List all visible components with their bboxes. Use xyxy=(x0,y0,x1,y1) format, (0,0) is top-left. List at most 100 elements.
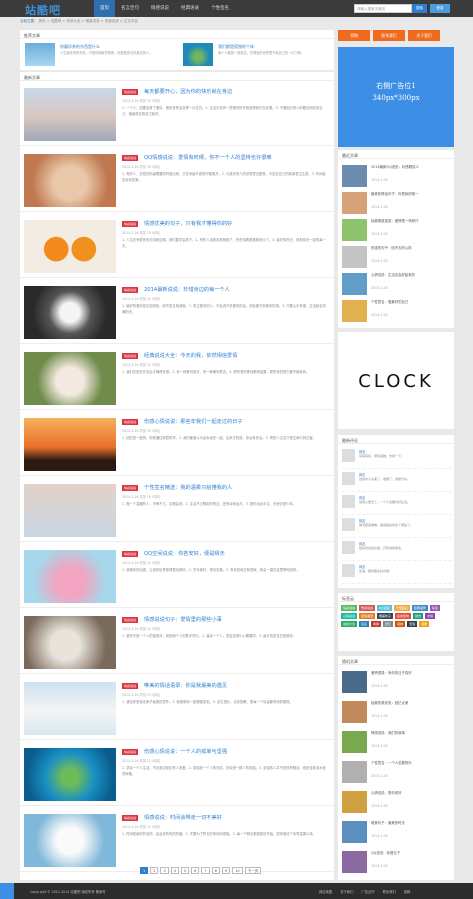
tag-link[interactable]: 温暖 xyxy=(419,621,430,627)
article-category-tag[interactable]: 情感说说 xyxy=(122,749,139,755)
tag-link[interactable]: 回忆 xyxy=(383,621,394,627)
article-category-tag[interactable]: 情感说说 xyxy=(122,551,139,557)
search-button[interactable]: 搜索 xyxy=(412,4,427,13)
random-article-item[interactable]: 经典伤感说说：回忆太美 2014-3-26 xyxy=(342,699,452,729)
recommended-item[interactable]: 我们都是孤独的个体 每个人都是一座孤岛，在喧嚣的世界里守着自己的一片宁静。 xyxy=(180,42,330,68)
article-thumbnail[interactable] xyxy=(24,418,116,471)
article-category-tag[interactable]: 情感说说 xyxy=(122,419,139,425)
random-thumbnail[interactable] xyxy=(342,701,367,723)
random-thumbnail[interactable] xyxy=(342,821,367,843)
article-thumbnail[interactable] xyxy=(24,154,116,207)
random-article-item[interactable]: 个性签名：一个人也要快乐 2014-3-26 xyxy=(342,759,452,789)
random-thumbnail[interactable] xyxy=(342,761,367,783)
page-link[interactable]: 7 xyxy=(201,867,210,874)
comment-item[interactable]: 网友 这些句子太美了，收藏了，谢谢分享。 xyxy=(342,470,452,492)
search-input[interactable]: 请输入搜索关键词 xyxy=(354,4,412,13)
page-link[interactable]: 4 xyxy=(170,867,179,874)
recent-title[interactable]: 心情说说：生活总会好起来的 xyxy=(371,273,451,278)
article-title[interactable]: 2014最新说说：珍惜身边的每一个人 xyxy=(144,286,332,293)
tag-link[interactable]: 心情说说 xyxy=(341,613,358,619)
recent-title[interactable]: 伤感的句子：回不去的从前 xyxy=(371,246,451,251)
tag-link[interactable]: 爱情语录 xyxy=(359,613,376,619)
tag-link[interactable]: 坚强 xyxy=(407,621,418,627)
page-link[interactable]: 6 xyxy=(191,867,200,874)
article-title[interactable]: 伤感心情说说：那些年我们一起走过的日子 xyxy=(144,418,332,425)
comment-item[interactable]: 网友 说到心里去了，一个人也要好好生活。 xyxy=(342,493,452,515)
footer-link[interactable]: 广告合作 xyxy=(361,889,374,894)
recent-article-item[interactable]: 经典情感语录：爱情是一场修行 2014-3-26 xyxy=(342,217,452,247)
recent-title[interactable]: 最美的情话句子，你是我的唯一 xyxy=(371,192,451,197)
article-title[interactable]: QQ空间说说：你若安好，便是晴天 xyxy=(144,550,332,557)
article-thumbnail[interactable] xyxy=(24,682,116,735)
recommended-thumbnail[interactable] xyxy=(183,43,213,66)
random-article-item[interactable]: 心情说说：愿你安好 2014-3-26 xyxy=(342,789,452,819)
article-title[interactable]: QQ情感说说：爱情有时候，你不一个人的坚持也许很难 xyxy=(144,154,332,161)
article-title[interactable]: 情感说说：时间会带走一切不美好 xyxy=(144,814,332,821)
site-logo[interactable]: 站酷吧 xyxy=(25,2,61,18)
random-title[interactable]: 唯美句子：最美的时光 xyxy=(371,821,451,826)
footer-link[interactable]: 联系我们 xyxy=(383,889,396,894)
sidebar-button[interactable]: 投稿 xyxy=(338,30,370,41)
article-thumbnail[interactable] xyxy=(24,484,116,537)
tag-link[interactable]: 情感说说 xyxy=(341,605,358,611)
footer-link[interactable]: 投稿 xyxy=(404,889,411,894)
recent-title[interactable]: 经典情感语录：爱情是一场修行 xyxy=(371,219,451,224)
comment-item[interactable]: 网友 每天都来看看，越来越喜欢这个网站了。 xyxy=(342,516,452,538)
article-title[interactable]: 每天都要开心，因为你的快乐就在身边 xyxy=(144,88,332,95)
article-category-tag[interactable]: 情感说说 xyxy=(122,353,139,359)
random-article-item[interactable]: QQ说说：珍惜当下 2014-3-26 xyxy=(342,849,452,879)
article-category-tag[interactable]: 情感说说 xyxy=(122,155,139,161)
recent-thumbnail[interactable] xyxy=(342,273,367,295)
tag-link[interactable]: 名言佳句 xyxy=(395,613,412,619)
article-category-tag[interactable]: 情感说说 xyxy=(122,617,139,623)
tag-link[interactable]: 个性签名 xyxy=(393,605,410,611)
recent-thumbnail[interactable] xyxy=(342,165,367,187)
article-title[interactable]: 个性签名精选：我的温柔只给懂我的人 xyxy=(144,484,332,491)
recent-title[interactable]: 2014最新QQ说说：珍惜眼前人 xyxy=(371,165,451,170)
nav-item[interactable]: 首页 xyxy=(94,0,115,17)
random-article-item[interactable]: 爱情语录：有你的日子真好 2014-3-26 xyxy=(342,669,452,699)
random-thumbnail[interactable] xyxy=(342,671,367,693)
article-thumbnail[interactable] xyxy=(24,352,116,405)
recommended-title[interactable]: 你最珍贵的东西是什么 xyxy=(60,44,100,50)
article-thumbnail[interactable] xyxy=(24,748,116,801)
recommended-title[interactable]: 我们都是孤独的个体 xyxy=(218,44,254,50)
article-category-tag[interactable]: 情感说说 xyxy=(122,485,139,491)
tag-link[interactable]: 情话 xyxy=(429,605,440,611)
sidebar-button[interactable]: 关于我们 xyxy=(408,30,440,41)
comment-text[interactable]: 这些句子太美了，收藏了，谢谢分享。 xyxy=(359,477,451,481)
comment-item[interactable]: 网友 写得真好，很有感触，支持一下！ xyxy=(342,447,452,469)
article-category-tag[interactable]: 情感说说 xyxy=(122,815,139,821)
recommended-thumbnail[interactable] xyxy=(25,43,55,66)
page-link[interactable]: 10 xyxy=(232,867,243,874)
comment-item[interactable]: 网友 很喜欢这篇文章，已转发给朋友。 xyxy=(342,539,452,561)
article-thumbnail[interactable] xyxy=(24,550,116,603)
page-link[interactable]: 9 xyxy=(221,867,231,874)
recent-article-item[interactable]: 伤感的句子：回不去的从前 2014-3-26 xyxy=(342,244,452,274)
nav-item[interactable]: 个性签名 xyxy=(205,0,235,17)
article-category-tag[interactable]: 情感说说 xyxy=(122,89,139,95)
nav-item[interactable]: 名言佳句 xyxy=(115,0,145,17)
recommended-item[interactable]: 你最珍贵的东西是什么 人生最珍贵的东西，不是你拥有的物质，而是陪伴在你身边的人。 xyxy=(22,42,172,68)
tag-link[interactable]: 伤感说说 xyxy=(359,605,376,611)
random-thumbnail[interactable] xyxy=(342,791,367,813)
login-button[interactable]: 登录 xyxy=(430,4,450,13)
recent-thumbnail[interactable] xyxy=(342,192,367,214)
tag-link[interactable]: QQ说说 xyxy=(377,605,392,611)
recent-article-item[interactable]: 2014最新QQ说说：珍惜眼前人 2014-3-26 xyxy=(342,163,452,193)
random-thumbnail[interactable] xyxy=(342,731,367,753)
article-title[interactable]: 情感优美的句子，只有我才懂得你的好 xyxy=(144,220,332,227)
recent-thumbnail[interactable] xyxy=(342,246,367,268)
article-title[interactable]: 情感说说句子：爱情里的那些小事 xyxy=(144,616,332,623)
tag-link[interactable]: 友情 xyxy=(425,613,436,619)
recent-article-item[interactable]: 个性签名：做最好的自己 2014-3-26 xyxy=(342,298,452,328)
recent-article-item[interactable]: 心情说说：生活总会好起来的 2014-3-26 xyxy=(342,271,452,301)
article-category-tag[interactable]: 情感说说 xyxy=(122,287,139,293)
comment-item[interactable]: 网友 加油，期待更多好内容！ xyxy=(342,562,452,584)
recent-thumbnail[interactable] xyxy=(342,219,367,241)
footer-link[interactable]: 关于我们 xyxy=(340,889,353,894)
article-category-tag[interactable]: 情感说说 xyxy=(122,221,139,227)
breadcrumb-path[interactable]: 首页 > 站酷吧 > 说说大全 > 情感说说 > 伤感说说 > 正文内容 xyxy=(39,19,138,23)
random-title[interactable]: 个性签名：一个人也要快乐 xyxy=(371,761,451,766)
tag-link[interactable]: 唯美句子 xyxy=(377,613,394,619)
